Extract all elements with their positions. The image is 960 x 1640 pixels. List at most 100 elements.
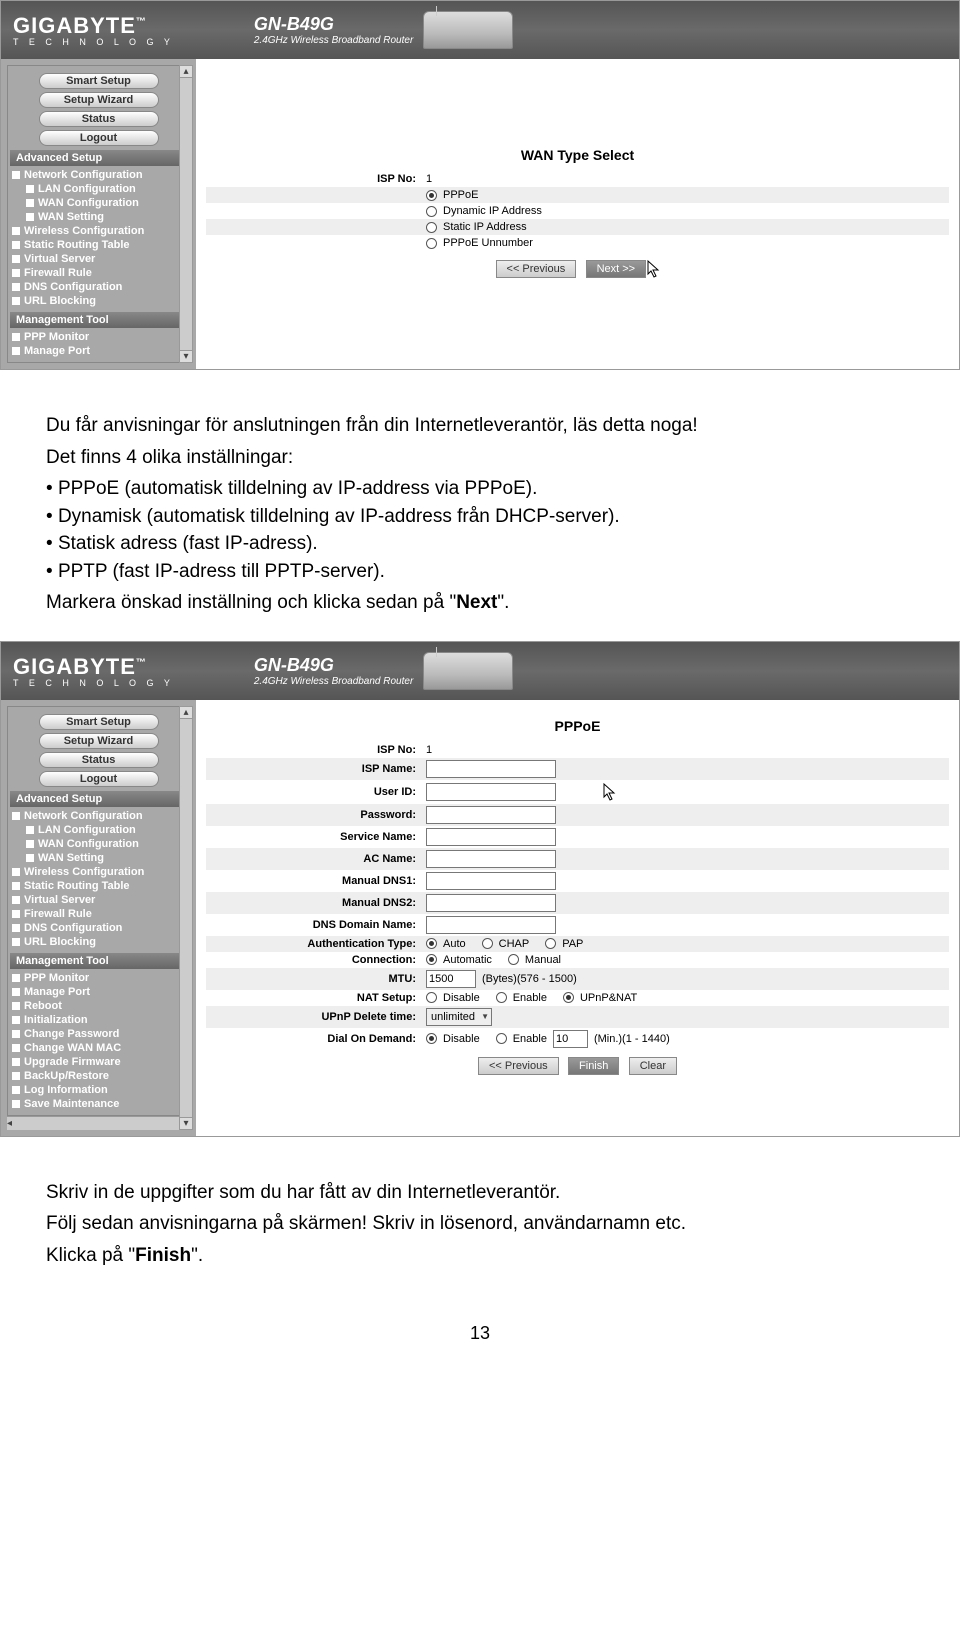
nav-network-configuration[interactable]: Network Configuration [10, 168, 187, 182]
nav-url-blocking[interactable]: URL Blocking [10, 294, 187, 308]
ac-name-input[interactable] [426, 850, 556, 868]
dns-domain-input[interactable] [426, 916, 556, 934]
radio-auth-pap[interactable] [545, 938, 556, 949]
isp-name-label: ISP Name: [206, 763, 426, 775]
bullet-icon [12, 1030, 20, 1038]
nav-lan-configuration[interactable]: LAN Configuration [10, 182, 187, 196]
dod-minutes-input[interactable] [553, 1030, 588, 1048]
nav-static-routing[interactable]: Static Routing Table [10, 879, 187, 893]
nav-virtual-server[interactable]: Virtual Server [10, 252, 187, 266]
previous-button[interactable]: << Previous [496, 260, 577, 278]
nav-ppp-monitor[interactable]: PPP Monitor [10, 971, 187, 985]
clear-button[interactable]: Clear [629, 1057, 677, 1075]
bullet-icon [12, 171, 20, 179]
nav-wan-setting[interactable]: WAN Setting [10, 210, 187, 224]
service-name-label: Service Name: [206, 831, 426, 843]
dns2-input[interactable] [426, 894, 556, 912]
radio-conn-auto[interactable] [426, 954, 437, 965]
bullet-icon [12, 1016, 20, 1024]
bullet-icon [26, 199, 34, 207]
sidebar-pill-smart-setup[interactable]: Smart Setup [39, 714, 159, 730]
nav-manage-port[interactable]: Manage Port [10, 985, 187, 999]
next-button[interactable]: Next >> [586, 260, 647, 278]
sidebar-hscrollbar[interactable]: ◂▸ [7, 1116, 190, 1130]
nav-change-wan-mac[interactable]: Change WAN MAC [10, 1041, 187, 1055]
sidebar-pill-logout[interactable]: Logout [39, 771, 159, 787]
nav-network-configuration[interactable]: Network Configuration [10, 809, 187, 823]
service-name-input[interactable] [426, 828, 556, 846]
sidebar-pill-smart-setup[interactable]: Smart Setup [39, 73, 159, 89]
radio-nat-enable[interactable] [496, 992, 507, 1003]
radio-conn-manual[interactable] [508, 954, 519, 965]
radio-nat-upnp[interactable] [563, 992, 574, 1003]
nav-initialization[interactable]: Initialization [10, 1013, 187, 1027]
isp-no-value: 1 [426, 173, 432, 185]
user-id-input[interactable] [426, 783, 556, 801]
upnp-delete-label: UPnP Delete time: [206, 1011, 426, 1023]
radio-dod-disable[interactable] [426, 1033, 437, 1044]
sidebar-pill-status[interactable]: Status [39, 752, 159, 768]
router-screenshot-pppoe: GIGABYTE™ T E C H N O L O G Y GN-B49G 2.… [0, 641, 960, 1137]
bullet-icon [12, 910, 20, 918]
bullet-icon [26, 840, 34, 848]
bullet-icon [26, 213, 34, 221]
nav-firewall-rule[interactable]: Firewall Rule [10, 266, 187, 280]
radio-dod-enable[interactable] [496, 1033, 507, 1044]
mtu-input[interactable] [426, 970, 476, 988]
upnp-delete-select[interactable]: unlimited [426, 1008, 492, 1026]
instruction-text-1: Du får anvisningar för anslutningen från… [0, 388, 960, 641]
user-id-label: User ID: [206, 786, 426, 798]
model-subtitle: 2.4GHz Wireless Broadband Router [254, 35, 413, 46]
isp-no-label: ISP No: [206, 173, 426, 185]
router-header: GIGABYTE™ T E C H N O L O G Y GN-B49G 2.… [1, 1, 959, 59]
radio-auth-auto[interactable] [426, 938, 437, 949]
sidebar-pill-logout[interactable]: Logout [39, 130, 159, 146]
password-input[interactable] [426, 806, 556, 824]
nav-log-information[interactable]: Log Information [10, 1083, 187, 1097]
nav-wan-configuration[interactable]: WAN Configuration [10, 837, 187, 851]
dns1-input[interactable] [426, 872, 556, 890]
brand-subtitle: T E C H N O L O G Y [13, 678, 174, 688]
sidebar-pill-status[interactable]: Status [39, 111, 159, 127]
nav-dns-configuration[interactable]: DNS Configuration [10, 280, 187, 294]
bullet-icon [12, 1002, 20, 1010]
radio-pppoe-unnumber[interactable] [426, 238, 437, 249]
panel-title: WAN Type Select [206, 147, 949, 163]
bullet-icon [12, 1100, 20, 1108]
sidebar-scrollbar[interactable] [179, 706, 193, 1130]
nav-virtual-server[interactable]: Virtual Server [10, 893, 187, 907]
sidebar-pill-setup-wizard[interactable]: Setup Wizard [39, 92, 159, 108]
nav-url-blocking[interactable]: URL Blocking [10, 935, 187, 949]
nav-change-password[interactable]: Change Password [10, 1027, 187, 1041]
sidebar: Smart Setup Setup Wizard Status Logout A… [1, 700, 196, 1136]
sidebar-section-advanced: Advanced Setup [10, 791, 187, 807]
sidebar: Smart Setup Setup Wizard Status Logout A… [1, 59, 196, 369]
radio-pppoe[interactable] [426, 190, 437, 201]
nav-wan-setting[interactable]: WAN Setting [10, 851, 187, 865]
nav-ppp-monitor[interactable]: PPP Monitor [10, 330, 187, 344]
nav-static-routing[interactable]: Static Routing Table [10, 238, 187, 252]
nav-wireless-configuration[interactable]: Wireless Configuration [10, 224, 187, 238]
bullet-icon [12, 297, 20, 305]
radio-auth-chap[interactable] [482, 938, 493, 949]
bullet-icon [12, 227, 20, 235]
nav-wan-configuration[interactable]: WAN Configuration [10, 196, 187, 210]
isp-name-input[interactable] [426, 760, 556, 778]
nav-reboot[interactable]: Reboot [10, 999, 187, 1013]
sidebar-pill-setup-wizard[interactable]: Setup Wizard [39, 733, 159, 749]
nav-dns-configuration[interactable]: DNS Configuration [10, 921, 187, 935]
nav-lan-configuration[interactable]: LAN Configuration [10, 823, 187, 837]
router-screenshot-wan-select: GIGABYTE™ T E C H N O L O G Y GN-B49G 2.… [0, 0, 960, 370]
sidebar-scrollbar[interactable] [179, 65, 193, 363]
nav-backup-restore[interactable]: BackUp/Restore [10, 1069, 187, 1083]
previous-button[interactable]: << Previous [478, 1057, 559, 1075]
nav-manage-port[interactable]: Manage Port [10, 344, 187, 358]
radio-nat-disable[interactable] [426, 992, 437, 1003]
radio-dynamic-ip[interactable] [426, 206, 437, 217]
nav-wireless-configuration[interactable]: Wireless Configuration [10, 865, 187, 879]
finish-button[interactable]: Finish [568, 1057, 619, 1075]
nav-save-maintenance[interactable]: Save Maintenance [10, 1097, 187, 1111]
nav-firewall-rule[interactable]: Firewall Rule [10, 907, 187, 921]
radio-static-ip[interactable] [426, 222, 437, 233]
nav-upgrade-firmware[interactable]: Upgrade Firmware [10, 1055, 187, 1069]
